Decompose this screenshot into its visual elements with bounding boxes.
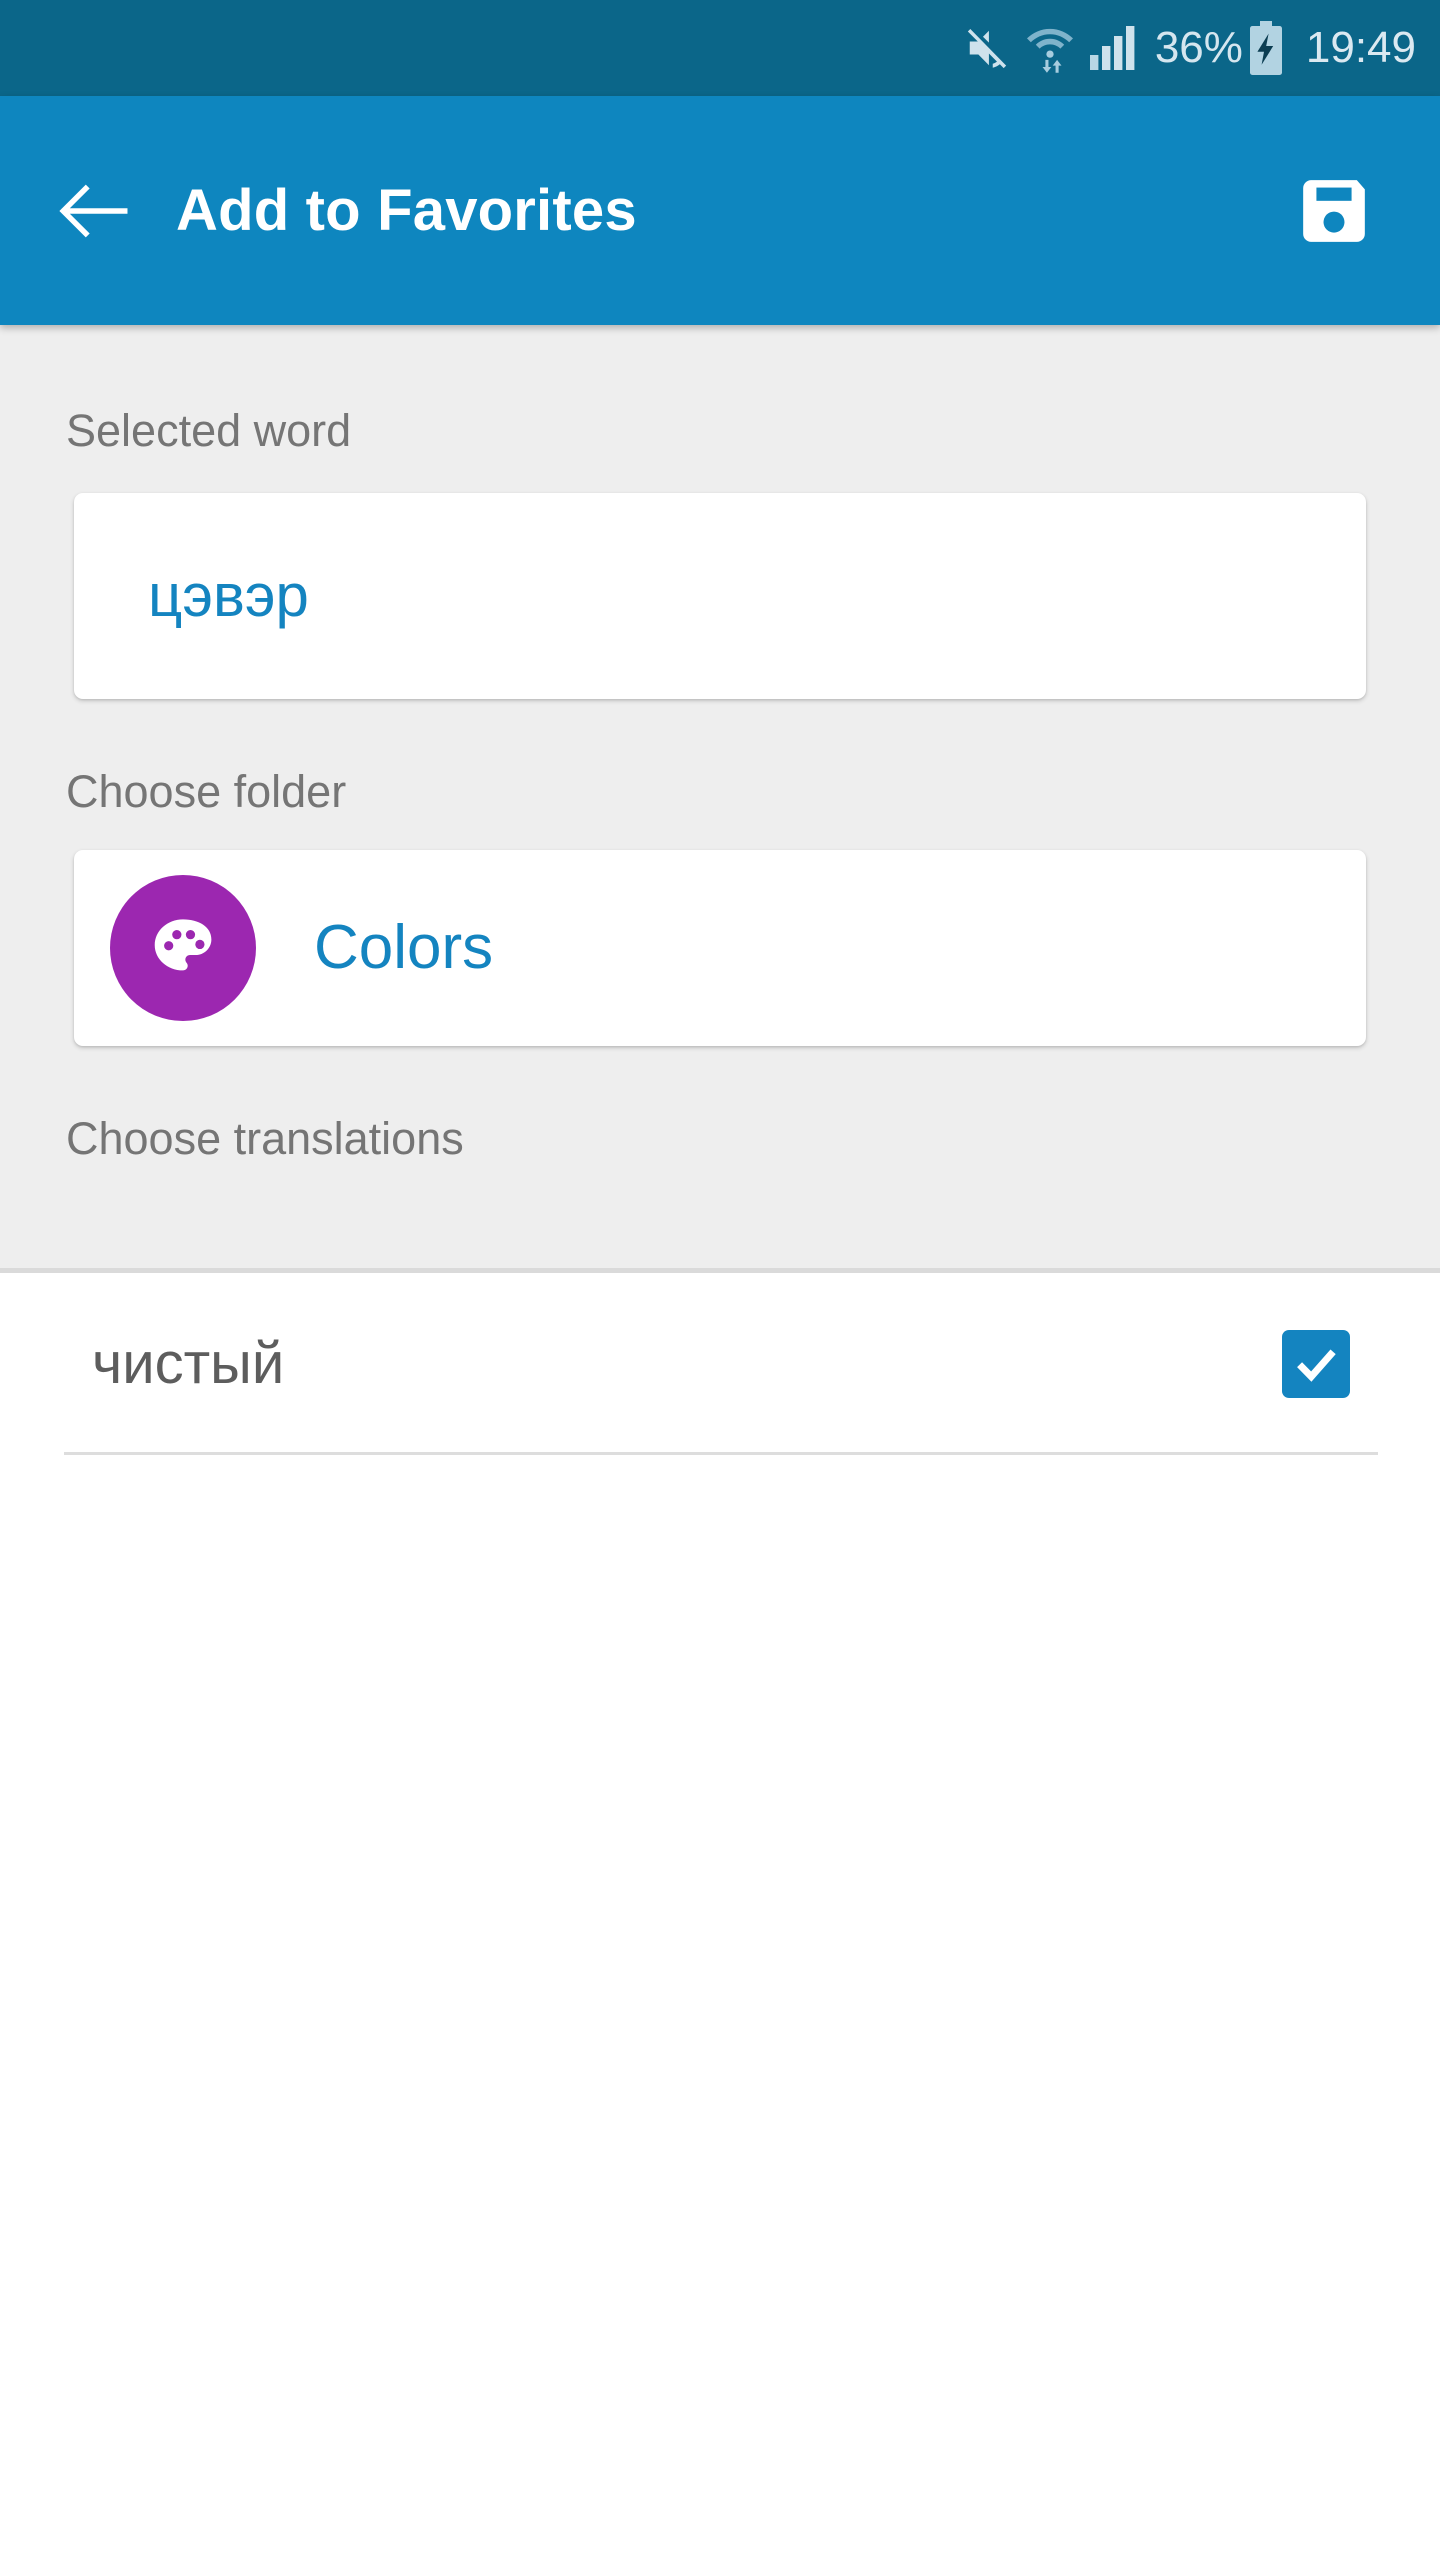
list-item[interactable]: чистый <box>0 1273 1440 1455</box>
wifi-icon <box>1026 0 1073 96</box>
selected-word-value: цэвэр <box>148 562 309 629</box>
folder-selector[interactable]: Colors <box>74 850 1366 1046</box>
mute-icon <box>964 0 1010 96</box>
folder-name: Colors <box>314 913 494 982</box>
page-title: Add to Favorites <box>176 178 637 243</box>
choose-translations-label: Choose translations <box>66 1113 464 1164</box>
battery-percent-text: 36% <box>1154 23 1243 72</box>
translations-list: чистый <box>0 1268 1440 2560</box>
clock: 19:49 <box>1300 0 1416 96</box>
signal-icon <box>1089 0 1138 96</box>
choose-folder-label: Choose folder <box>66 766 347 817</box>
battery-percent-label: 36% <box>1155 0 1243 96</box>
translation-text: чистый <box>92 1331 285 1396</box>
list-divider <box>64 1452 1378 1455</box>
app-screen: 36% 19:49 Add to Favorites Selected word… <box>0 0 1440 2560</box>
status-bar: 36% 19:49 <box>0 0 1440 96</box>
save-button[interactable] <box>1284 161 1384 261</box>
clock-text: 19:49 <box>1305 23 1416 72</box>
app-bar: Add to Favorites <box>0 96 1440 325</box>
translation-checkbox[interactable] <box>1282 1330 1350 1398</box>
palette-icon <box>110 875 256 1021</box>
selected-word-label: Selected word <box>66 405 352 456</box>
selected-word-field[interactable]: цэвэр <box>74 493 1366 699</box>
back-button[interactable] <box>46 163 142 259</box>
battery-charging-icon <box>1249 0 1283 96</box>
